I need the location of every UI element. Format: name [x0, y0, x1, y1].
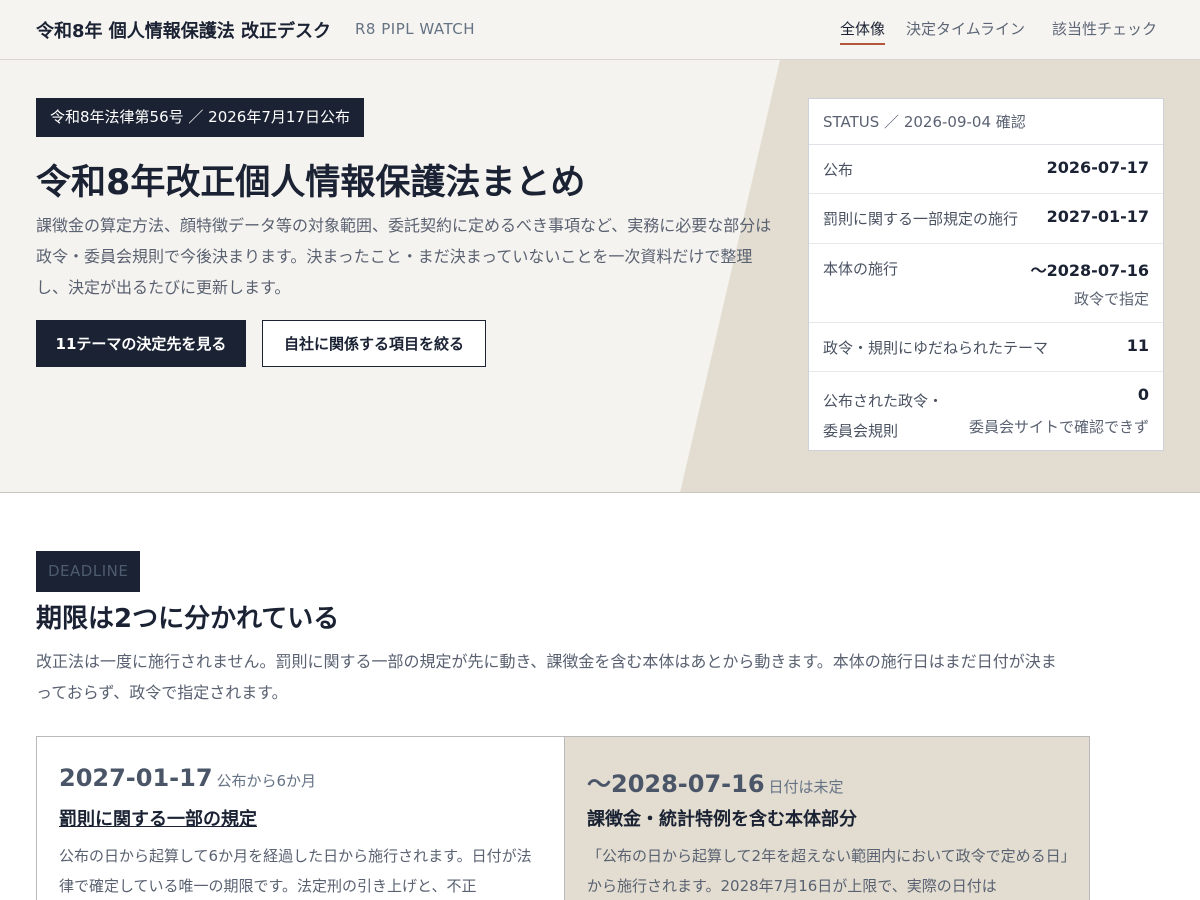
status-label: 罰則に関する一部規定の施行	[823, 210, 1019, 228]
status-row-delegated-topics: 政令・規則にゆだねられたテーマ 11	[809, 323, 1163, 372]
status-value: 2026-07-17	[1046, 158, 1149, 177]
deadline-section-title: 期限は2つに分かれている	[36, 604, 340, 634]
status-value: 〜2028-07-16	[1030, 261, 1149, 280]
hero-description: 課徴金の算定方法、顔特徴データ等の対象範囲、委託契約に定めるべき事項など、実務に…	[36, 216, 772, 297]
status-value: 2027-01-17	[1046, 207, 1149, 226]
deadline-card-penalty: 2027-01-17 公布から6か月 罰則に関する一部の規定 公布の日から起算して…	[37, 737, 564, 900]
status-row-published-rules: 公布された政令・委員会規則 0 委員会サイトで確認できず	[809, 372, 1163, 450]
nav-timeline[interactable]: 決定タイムライン	[906, 18, 1025, 39]
status-row-main-enforcement: 本体の施行 〜2028-07-16 政令で指定	[809, 244, 1163, 323]
law-number-badge: 令和8年法律第56号 ／ 2026年7月17日公布	[36, 98, 364, 137]
deadline-card-text: 公布の日から起算して6か月を経過した日から施行されます。日付が法律で確定している…	[59, 847, 532, 895]
deadline-date-value: 2027-01-17	[59, 764, 213, 792]
deadline-card-main: 〜2028-07-16 日付は未定 課徴金・統計特例を含む本体部分 「公布の日から…	[564, 737, 1089, 900]
site-brand[interactable]: 令和8年 個人情報保護法 改正デスク	[36, 17, 331, 43]
deadline-date-value: 〜2028-07-16	[587, 770, 765, 798]
view-topics-button[interactable]: 11テーマの決定先を見る	[36, 320, 246, 367]
nav-applicability-check[interactable]: 該当性チェック	[1052, 18, 1157, 39]
status-heading: STATUS ／ 2026-09-04 確認	[809, 99, 1163, 145]
hero-section: 令和8年法律第56号 ／ 2026年7月17日公布 令和8年改正個人情報保護法ま…	[0, 60, 1200, 493]
status-label: 公布された政令・委員会規則	[823, 392, 944, 440]
deadline-cards: 2027-01-17 公布から6か月 罰則に関する一部の規定 公布の日から起算して…	[36, 736, 1090, 900]
nav-overview[interactable]: 全体像	[840, 18, 886, 45]
status-row-promulgation: 公布 2026-07-17	[809, 145, 1163, 194]
deadline-card-heading: 課徴金・統計特例を含む本体部分	[587, 809, 857, 830]
top-bar: 令和8年 個人情報保護法 改正デスク R8 PIPL WATCH 全体像 決定タ…	[0, 0, 1200, 60]
status-label: 政令・規則にゆだねられたテーマ	[823, 339, 1049, 357]
deadline-date-note: 公布から6か月	[216, 772, 317, 790]
deadline-date: 2027-01-17 公布から6か月	[59, 764, 316, 792]
status-value: 0	[1137, 385, 1149, 404]
status-label: 公布	[823, 161, 854, 179]
site-brand-sub: R8 PIPL WATCH	[355, 20, 476, 38]
status-label: 本体の施行	[823, 260, 899, 278]
deadline-section-description: 改正法は一度に施行されません。罰則に関する一部の規定が先に動き、課徴金を含む本体…	[36, 652, 1057, 702]
status-value: 11	[1126, 336, 1149, 355]
status-card: STATUS ／ 2026-09-04 確認 公布 2026-07-17 罰則に…	[808, 98, 1164, 451]
deadline-date-note: 日付は未定	[768, 778, 844, 796]
deadline-date: 〜2028-07-16 日付は未定	[587, 764, 844, 799]
page-title: 令和8年改正個人情報保護法まとめ	[36, 163, 586, 203]
deadline-card-heading-link[interactable]: 罰則に関する一部の規定	[59, 805, 257, 831]
deadline-section-badge: DEADLINE	[36, 551, 141, 592]
status-row-penalty-enforcement: 罰則に関する一部規定の施行 2027-01-17	[809, 194, 1163, 244]
status-note: 政令で指定	[1073, 290, 1149, 308]
filter-relevant-items-button[interactable]: 自社に関係する項目を絞る	[262, 320, 486, 367]
status-note: 委員会サイトで確認できず	[968, 418, 1149, 436]
deadline-card-text: 「公布の日から起算して2年を超えない範囲内において政令で定める日」から施行されま…	[587, 847, 1069, 895]
